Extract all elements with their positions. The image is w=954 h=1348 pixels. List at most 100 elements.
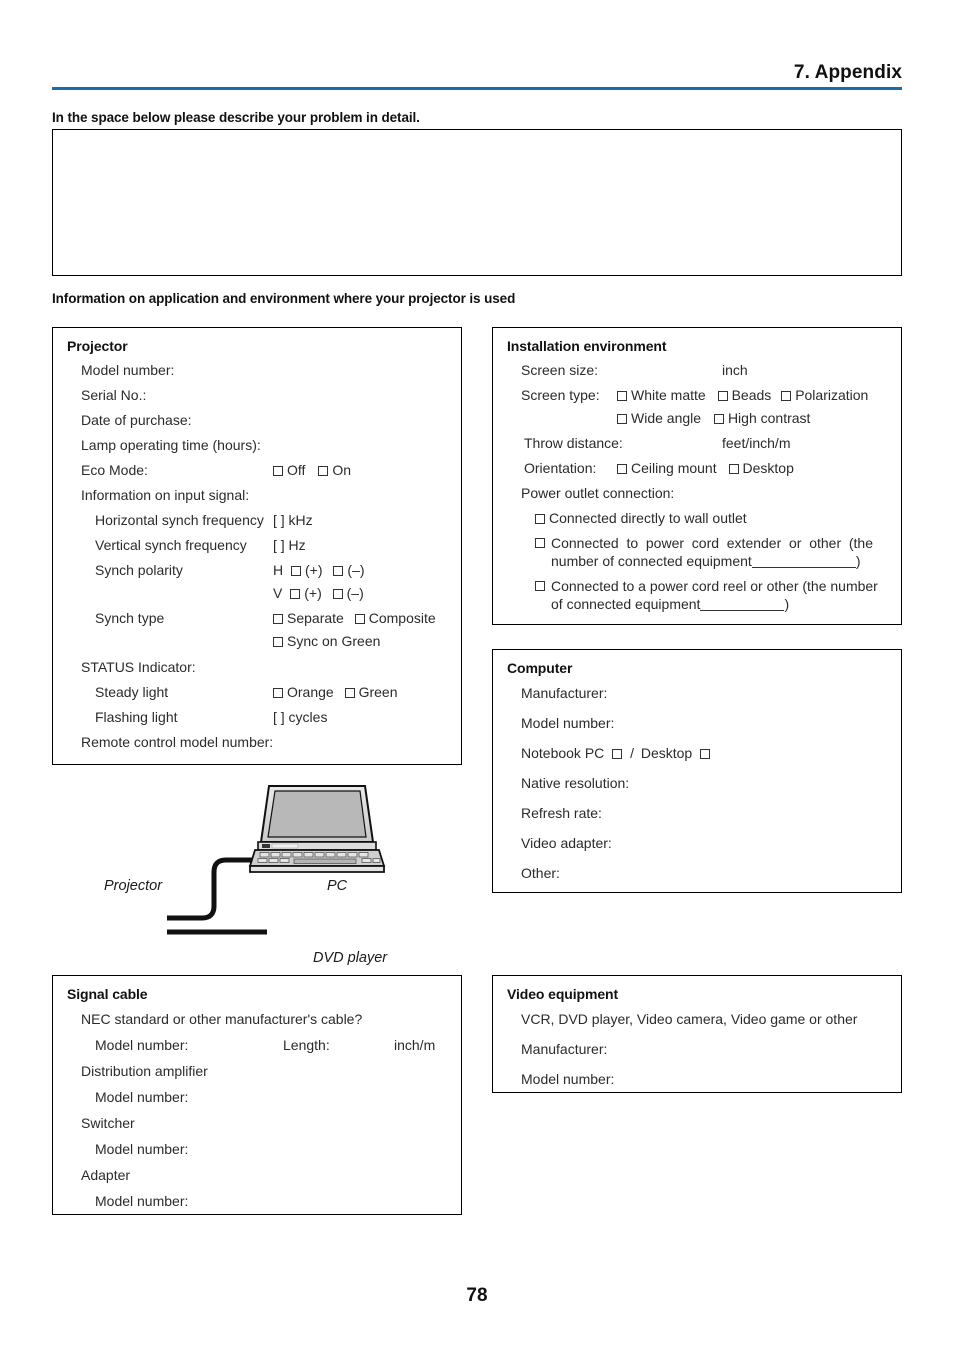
h-sync-label: Horizontal synch frequency [95, 512, 264, 528]
power-extender-close: ) [855, 553, 861, 569]
steady-green-checkbox[interactable] [344, 688, 355, 698]
sync-composite-label: Composite [368, 610, 436, 626]
steady-orange-label: Orange [287, 684, 334, 700]
signal-cable-panel-title: Signal cable [67, 986, 148, 1002]
projector-model-number-label: Model number: [81, 362, 175, 378]
h-sync-value[interactable]: [ ] kHz [273, 512, 313, 528]
pc-illustration [248, 785, 386, 873]
power-extender-line2: number of connected equipment [551, 553, 752, 569]
sync-composite-checkbox[interactable] [354, 614, 365, 624]
screen-polarization-checkbox[interactable] [781, 391, 792, 401]
power-outlet-row: Power outlet connection: [507, 485, 901, 501]
power-reel-row: Connected to a power cord reel or other … [507, 578, 878, 612]
notebook-pc-checkbox[interactable] [612, 749, 623, 759]
power-reel-checkbox[interactable] [535, 581, 545, 591]
computer-model-number-row: Model number: [507, 715, 901, 731]
polarity-v-minus-label: (–) [346, 585, 364, 601]
eco-mode-off-checkbox[interactable] [273, 466, 283, 476]
desktop-checkbox[interactable] [700, 749, 711, 759]
computer-native-resolution-row: Native resolution: [507, 775, 901, 791]
power-wall-checkbox[interactable] [535, 514, 545, 524]
computer-refresh-rate-row: Refresh rate: [507, 805, 901, 821]
polarity-v-plus-checkbox[interactable] [290, 589, 301, 599]
projector-sync-type-row: Synch type Separate Composite [67, 610, 461, 626]
polarity-h-minus-label: (–) [347, 562, 365, 578]
projector-eco-mode-label: Eco Mode: [81, 462, 148, 478]
projector-v-sync-row: Vertical synch frequency [ ] Hz [67, 537, 461, 553]
projector-status-indicator-row: STATUS Indicator: [67, 659, 461, 675]
projector-panel-title: Projector [67, 338, 128, 354]
nec-question-row: NEC standard or other manufacturer's cab… [67, 1011, 461, 1027]
sync-on-green-checkbox[interactable] [273, 637, 283, 647]
projector-input-signal-row: Information on input signal: [67, 487, 461, 503]
power-wall-label: Connected directly to wall outlet [549, 510, 747, 526]
v-sync-label: Vertical synch frequency [95, 537, 247, 553]
installation-panel-title: Installation environment [507, 338, 667, 354]
signal-cable-panel: Signal cable NEC standard or other manuf… [52, 975, 462, 1215]
polarity-h-label: H [273, 562, 284, 578]
throw-distance-row: Throw distance: feet/inch/m [507, 435, 901, 451]
projector-remote-model-row: Remote control model number: [67, 734, 461, 750]
eco-mode-on-checkbox[interactable] [318, 466, 329, 476]
orientation-desktop-label: Desktop [742, 460, 794, 476]
power-extender-blank[interactable] [751, 556, 856, 568]
computer-other-row: Other: [507, 865, 901, 881]
screen-size-row: Screen size: inch [507, 362, 901, 378]
page-number: 78 [466, 1285, 488, 1306]
distribution-amplifier-label: Distribution amplifier [81, 1063, 208, 1079]
v-sync-value[interactable]: [ ] Hz [273, 537, 306, 553]
polarity-v-label: V [273, 585, 283, 601]
screen-white-matte-checkbox[interactable] [617, 391, 627, 401]
projector-lamp-time-label: Lamp operating time (hours): [81, 437, 261, 453]
video-manufacturer-label: Manufacturer: [521, 1041, 608, 1057]
orientation-ceiling-label: Ceiling mount [631, 460, 717, 476]
projector-date-of-purchase-label: Date of purchase: [81, 412, 192, 428]
computer-model-number-label: Model number: [521, 715, 615, 731]
sync-type-label: Synch type [95, 610, 165, 626]
power-outlet-label: Power outlet connection: [521, 485, 675, 501]
power-reel-blank[interactable] [700, 599, 785, 611]
remote-model-label: Remote control model number: [81, 734, 274, 750]
throw-distance-label: Throw distance: [524, 435, 623, 451]
screen-white-matte-label: White matte [631, 387, 706, 403]
screen-high-contrast-label: High contrast [727, 410, 811, 426]
polarity-h-minus-checkbox[interactable] [333, 566, 344, 576]
screen-polarization-label: Polarization [795, 387, 869, 403]
da-model-number-label: Model number: [95, 1089, 189, 1105]
notebook-pc-label: Notebook PC [521, 745, 605, 761]
projector-steady-light-row: Steady light Orange Green [67, 684, 461, 700]
ad-model-number-label: Model number: [95, 1193, 189, 1209]
connection-diagram: Projector PC DVD player [62, 780, 462, 975]
projector-lamp-time-row: Lamp operating time (hours): [67, 437, 461, 453]
projector-flashing-light-row: Flashing light [ ] cycles [67, 709, 461, 725]
diagram-pc-caption: PC [327, 878, 348, 894]
screen-beads-checkbox[interactable] [717, 391, 728, 401]
computer-native-resolution-label: Native resolution: [521, 775, 630, 791]
power-extender-row: Connected to power cord extender or othe… [507, 535, 873, 569]
power-extender-line1: Connected to power cord extender or othe… [551, 535, 873, 551]
steady-orange-checkbox[interactable] [273, 688, 283, 698]
orientation-ceiling-checkbox[interactable] [617, 464, 627, 474]
screen-wide-angle-label: Wide angle [631, 410, 702, 426]
header-rule [52, 87, 902, 90]
polarity-v-minus-checkbox[interactable] [332, 589, 343, 599]
computer-other-label: Other: [521, 865, 560, 881]
page-header: 7. Appendix [52, 62, 902, 90]
computer-refresh-rate-label: Refresh rate: [521, 805, 602, 821]
projector-serial-no-label: Serial No.: [81, 387, 147, 403]
sync-separate-checkbox[interactable] [273, 614, 283, 624]
polarity-h-plus-checkbox[interactable] [291, 566, 302, 576]
video-model-number-label: Model number: [521, 1071, 615, 1087]
screen-high-contrast-checkbox[interactable] [713, 414, 724, 424]
screen-wide-angle-checkbox[interactable] [617, 414, 627, 424]
power-extender-checkbox[interactable] [535, 538, 545, 548]
orientation-desktop-checkbox[interactable] [728, 464, 739, 474]
projector-sync-polarity-row: Synch polarity H (+) (–) [67, 562, 461, 578]
form-factor-slash: / [630, 745, 634, 761]
flashing-light-value[interactable]: [ ] cycles [273, 709, 327, 725]
projector-sync-on-green-row: Sync on Green [67, 633, 461, 649]
cable-model-number-row: Model number: Length: inch/m [67, 1037, 461, 1053]
problem-description-textarea[interactable] [52, 129, 902, 276]
sw-model-number-label: Model number: [95, 1141, 189, 1157]
video-types-label: VCR, DVD player, Video camera, Video gam… [521, 1011, 858, 1027]
